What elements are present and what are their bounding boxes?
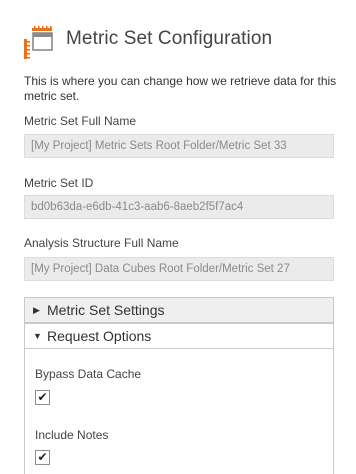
- page-header: Metric Set Configuration: [24, 24, 272, 64]
- request-options-label: Request Options: [47, 328, 152, 344]
- analysis-structure-full-name-field[interactable]: [My Project] Data Cubes Root Folder/Metr…: [24, 257, 334, 281]
- metric-set-settings-label: Metric Set Settings: [47, 302, 165, 318]
- request-options-section-header[interactable]: ▼ Request Options: [24, 323, 334, 349]
- checkmark-icon: ✔: [37, 450, 48, 464]
- page-title: Metric Set Configuration: [66, 28, 273, 49]
- include-notes-label: Include Notes: [35, 428, 109, 442]
- bypass-data-cache-checkbox[interactable]: ✔: [35, 390, 50, 405]
- checkmark-icon: ✔: [37, 390, 48, 404]
- bypass-data-cache-label: Bypass Data Cache: [35, 367, 142, 381]
- metric-set-settings-section-header[interactable]: ▶ Metric Set Settings: [24, 297, 334, 323]
- metric-set-config-icon: [24, 26, 56, 62]
- metric-set-full-name-label: Metric Set Full Name: [24, 114, 137, 128]
- metric-set-id-label: Metric Set ID: [24, 176, 94, 190]
- caret-down-icon: ▼: [33, 331, 42, 341]
- metric-set-id-field[interactable]: bd0b63da-e6db-41c3-aab6-8aeb2f5f7ac4: [24, 195, 334, 219]
- include-notes-checkbox[interactable]: ✔: [35, 450, 50, 465]
- description-text: This is where you can change how we retr…: [24, 74, 337, 103]
- metric-set-full-name-field[interactable]: [My Project] Metric Sets Root Folder/Met…: [24, 134, 334, 158]
- caret-right-icon: ▶: [33, 304, 40, 315]
- analysis-structure-full-name-label: Analysis Structure Full Name: [24, 236, 179, 250]
